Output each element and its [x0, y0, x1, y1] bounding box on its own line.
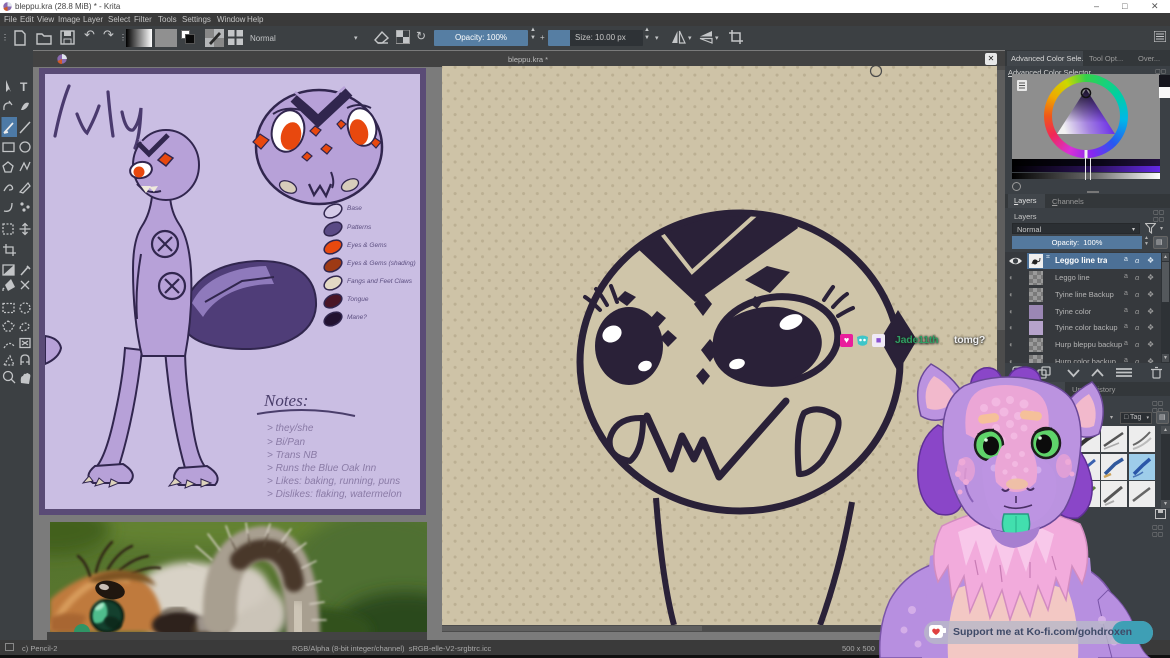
svg-text:Tongue: Tongue — [347, 296, 369, 303]
svg-text:Notes:: Notes: — [263, 391, 308, 410]
svg-text:> Trans NB: > Trans NB — [267, 450, 317, 461]
svg-text:Patterns: Patterns — [347, 224, 372, 231]
svg-text:> Runs the Blue Oak Inn: > Runs the Blue Oak Inn — [267, 463, 377, 474]
svg-text:Eyes & Gems (shading): Eyes & Gems (shading) — [347, 260, 416, 267]
svg-text:> Bi/Pan: > Bi/Pan — [267, 437, 306, 448]
svg-text:Eyes & Gems: Eyes & Gems — [347, 242, 387, 249]
svg-text:> Likes: baking, running, puns: > Likes: baking, running, puns — [267, 476, 400, 487]
svg-text:Base: Base — [347, 205, 362, 212]
svg-text:Fangs and Feet Claws: Fangs and Feet Claws — [347, 278, 413, 285]
svg-text:T: T — [20, 80, 28, 94]
svg-text:> they/she: > they/she — [267, 423, 314, 434]
svg-text:> Dislikes: flaking, watermelo: > Dislikes: flaking, watermelon — [267, 489, 402, 500]
svg-text:Mane?: Mane? — [347, 314, 367, 321]
